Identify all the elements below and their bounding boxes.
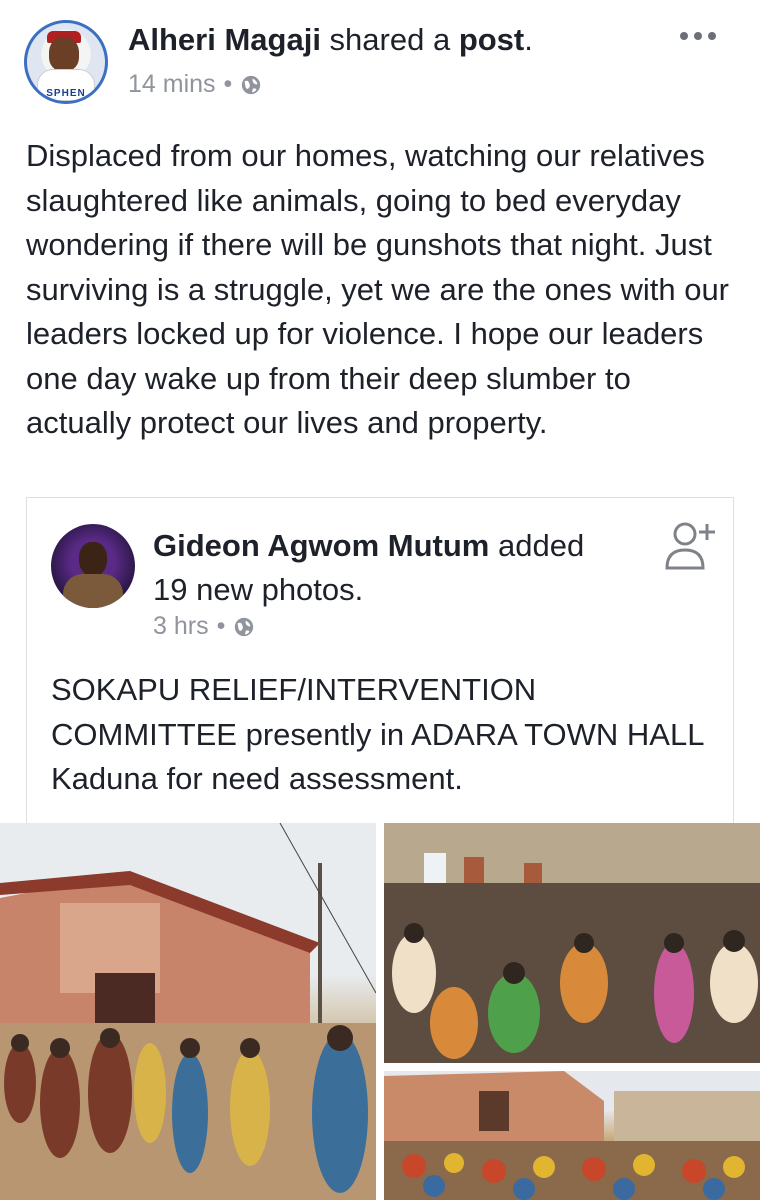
meta-separator: • [216, 612, 226, 640]
avatar-body [63, 574, 123, 608]
photo-crowd-outside-image [384, 1071, 760, 1200]
post-title: Alheri Magaji shared a post. [128, 22, 533, 58]
post-timestamp[interactable]: 14 mins [128, 70, 216, 99]
add-friend-icon[interactable] [663, 518, 719, 572]
more-options-icon[interactable] [680, 26, 720, 46]
avatar-face [79, 542, 107, 576]
shared-post-body: SOKAPU RELIEF/INTERVENTION COMMITTEE pre… [51, 672, 704, 796]
globe-icon[interactable] [240, 74, 262, 96]
post-body: Displaced from our homes, watching our r… [26, 138, 730, 440]
photo-hall-interior-image [384, 823, 760, 1063]
globe-icon[interactable] [233, 616, 255, 638]
shared-post-meta: 3 hrs • [153, 612, 255, 641]
shared-post-title: Gideon Agwom Mutum added 19 new photos. [153, 524, 623, 612]
author-avatar[interactable]: SPHEN [24, 20, 108, 104]
shared-post-timestamp[interactable]: 3 hrs [153, 612, 209, 641]
shared-author-avatar[interactable] [51, 524, 135, 608]
photo-community-hall-image [0, 823, 376, 1200]
meta-separator: • [223, 70, 233, 98]
avatar-face [49, 37, 79, 71]
photo-community-hall[interactable] [0, 823, 376, 1200]
shared-action-text: shared a [320, 22, 459, 57]
title-period: . [524, 22, 533, 57]
shared-author-name-link[interactable]: Gideon Agwom Mutum [153, 528, 489, 563]
post-link[interactable]: post [459, 22, 524, 57]
photo-hall-interior[interactable] [384, 823, 760, 1063]
post-header: SPHEN Alheri Magaji shared a post. 14 mi… [0, 0, 760, 120]
photo-crowd-outside[interactable] [384, 1071, 760, 1200]
shared-post-card[interactable]: Gideon Agwom Mutum added 19 new photos. … [26, 497, 734, 827]
avatar-ring-text: SPHEN [46, 88, 86, 99]
post-meta: 14 mins • [128, 70, 262, 99]
author-name-link[interactable]: Alheri Magaji [128, 22, 321, 57]
